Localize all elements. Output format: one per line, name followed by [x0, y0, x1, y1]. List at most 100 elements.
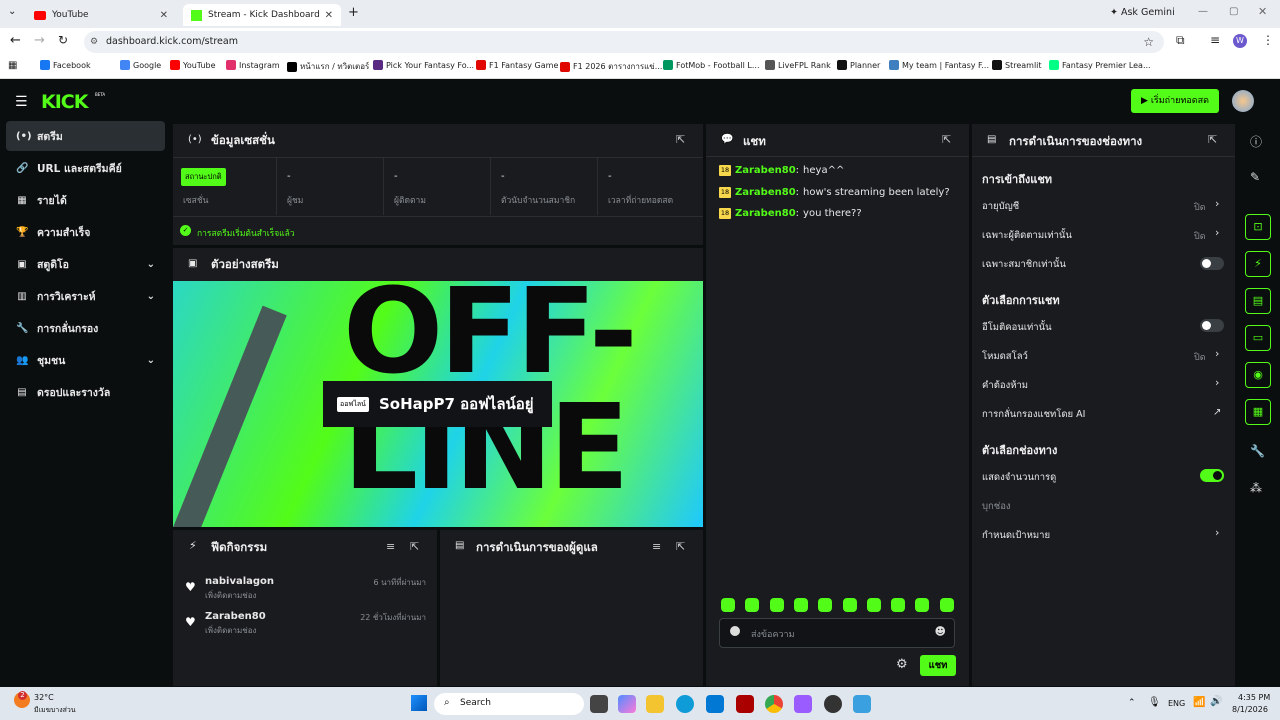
wifi-icon[interactable]: 📶: [1193, 697, 1205, 708]
menu-dots-icon[interactable]: ⋮: [1262, 33, 1274, 47]
sidebar-item-0[interactable]: (•) สตรีม: [6, 121, 165, 151]
chevron-right-icon[interactable]: ›: [1215, 226, 1219, 239]
popout-icon[interactable]: ⇱: [1208, 133, 1217, 146]
followers-only-row[interactable]: เฉพาะผู้ติดตามเท่านั้น: [982, 228, 1072, 243]
app-icon-2[interactable]: [853, 695, 871, 713]
filter-icon[interactable]: ≡: [652, 540, 661, 553]
slow-mode-row[interactable]: โหมดสโลว์: [982, 349, 1028, 364]
user-avatar[interactable]: [1232, 90, 1254, 112]
chat-username[interactable]: Zaraben80: [735, 187, 796, 198]
close-window-icon[interactable]: ✕: [1258, 5, 1267, 18]
popout-icon[interactable]: ⇱: [410, 540, 419, 553]
popout-icon[interactable]: ⇱: [676, 540, 685, 553]
sidebar-item-1[interactable]: 🔗 URL และสตรีมคีย์: [6, 153, 165, 183]
bookmark-item[interactable]: Fantasy Premier Lea...: [1049, 60, 1151, 70]
connections-icon[interactable]: ⁂: [1250, 481, 1262, 495]
chat-username[interactable]: Zaraben80: [735, 208, 796, 219]
activity-name[interactable]: Zaraben80: [205, 611, 266, 622]
account-age-row[interactable]: อายุบัญชี: [982, 199, 1019, 214]
close-tab-icon[interactable]: ✕: [325, 10, 333, 21]
filter-icon[interactable]: ≡: [386, 540, 395, 553]
site-info-icon[interactable]: ⚙: [90, 31, 98, 53]
rail-broadcast-icon[interactable]: ◉: [1245, 362, 1271, 388]
bookmark-star-icon[interactable]: ☆: [1143, 31, 1154, 53]
emote-only-toggle[interactable]: [1200, 319, 1224, 332]
back-icon[interactable]: ←: [10, 33, 21, 48]
chrome-icon[interactable]: [765, 695, 783, 713]
rail-lightning-icon[interactable]: ⚡: [1245, 251, 1271, 277]
tab-kick-dashboard[interactable]: Stream - Kick Dashboard ✕: [183, 4, 341, 26]
send-chat-button[interactable]: แชท: [920, 655, 956, 676]
bookmark-item[interactable]: Instagram: [226, 60, 280, 70]
clock-time[interactable]: 4:35 PM: [1238, 693, 1270, 702]
task-view-icon[interactable]: [590, 695, 608, 713]
bookmark-item[interactable]: Google: [120, 60, 161, 70]
bookmark-item[interactable]: LiveFPL Rank: [765, 60, 831, 70]
url-input[interactable]: ⚙ dashboard.kick.com/stream ☆: [84, 31, 1164, 53]
apps-grid-icon[interactable]: ▦: [8, 60, 17, 71]
tray-expand-icon[interactable]: ⌃: [1128, 698, 1136, 708]
ask-gemini-button[interactable]: ✦ Ask Gemini: [1110, 7, 1175, 18]
rail-chat-icon[interactable]: ▭: [1245, 325, 1271, 351]
go-live-button[interactable]: ▶ เริ่มถ่ายทอดสด: [1131, 89, 1219, 113]
bookmark-item[interactable]: Pick Your Fantasy Fo...: [373, 60, 474, 70]
chat-settings-gear-icon[interactable]: ⚙: [896, 657, 908, 672]
bookmark-item[interactable]: F1 Fantasy Game: [476, 60, 558, 70]
reload-icon[interactable]: ↻: [58, 33, 68, 47]
emote-icon[interactable]: [745, 598, 760, 612]
rail-document-icon[interactable]: ▤: [1245, 288, 1271, 314]
taskbar-search[interactable]: ⌕ Search: [434, 693, 584, 715]
file-explorer-icon[interactable]: [646, 695, 664, 713]
chevron-right-icon[interactable]: ›: [1215, 376, 1219, 389]
tab-youtube[interactable]: YouTube ✕: [26, 4, 176, 26]
kick-logo[interactable]: KICK: [41, 91, 88, 113]
ai-moderation-row[interactable]: การกลั่นกรองแชทโดย AI: [982, 407, 1085, 422]
chevron-down-icon[interactable]: ⌄: [147, 291, 155, 302]
set-goal-row[interactable]: กำหนดเป้าหมาย: [982, 528, 1050, 543]
chevron-right-icon[interactable]: ›: [1215, 197, 1219, 210]
subscribers-only-toggle[interactable]: [1200, 257, 1224, 270]
emote-icon[interactable]: [915, 598, 930, 612]
show-view-count-toggle[interactable]: [1200, 469, 1224, 482]
sidebar-item-5[interactable]: ▥ การวิเคราะห์ ⌄: [6, 281, 165, 311]
info-icon[interactable]: ⓘ: [1250, 133, 1262, 150]
visual-studio-icon[interactable]: [794, 695, 812, 713]
emote-icon[interactable]: [842, 598, 857, 612]
new-tab-button[interactable]: +: [348, 5, 359, 20]
popout-icon[interactable]: ⇱: [676, 133, 685, 146]
bookmark-item[interactable]: F1 2026 ตารางการแข่...: [560, 60, 662, 73]
wrench-icon[interactable]: 🔧: [1250, 444, 1265, 458]
banned-words-row[interactable]: คำต้องห้าม: [982, 378, 1028, 393]
media-icon[interactable]: ≡: [1210, 33, 1220, 47]
bookmark-item[interactable]: Facebook: [40, 60, 91, 70]
chevron-right-icon[interactable]: ›: [1215, 347, 1219, 360]
bookmark-item[interactable]: YouTube: [170, 60, 216, 70]
edge-icon[interactable]: [676, 695, 694, 713]
sidebar-item-7[interactable]: 👥 ชุมชน ⌄: [6, 345, 165, 375]
rail-card-icon[interactable]: ▦: [1245, 399, 1271, 425]
external-link-icon[interactable]: ↗: [1213, 407, 1221, 418]
bookmark-item[interactable]: Planner: [837, 60, 880, 70]
close-tab-icon[interactable]: ✕: [160, 10, 168, 21]
chevron-down-icon[interactable]: ⌄: [147, 355, 155, 366]
maximize-icon[interactable]: ▢: [1229, 6, 1238, 17]
copilot-icon[interactable]: [618, 695, 636, 713]
sidebar-item-6[interactable]: 🔧 การกลั่นกรอง: [6, 313, 165, 343]
chat-username[interactable]: Zaraben80: [735, 165, 796, 176]
weather-temp[interactable]: 32°C: [34, 693, 54, 702]
sidebar-item-8[interactable]: ▤ ดรอปและรางวัล: [6, 377, 165, 407]
rail-screen-icon[interactable]: ⊡: [1245, 214, 1271, 240]
emoji-icon[interactable]: ☻: [935, 625, 946, 638]
hamburger-menu-icon[interactable]: ☰: [15, 94, 28, 110]
profile-avatar[interactable]: W: [1233, 34, 1247, 48]
popout-icon[interactable]: ⇱: [942, 133, 951, 146]
bookmark-item[interactable]: FotMob - Football L...: [663, 60, 760, 70]
raid-row[interactable]: บุกช่อง: [982, 499, 1011, 514]
extensions-icon[interactable]: ⧉: [1176, 33, 1185, 48]
sidebar-item-4[interactable]: ▣ สตูดิโอ ⌄: [6, 249, 165, 279]
mic-icon[interactable]: 🎙: [1148, 697, 1161, 708]
emote-icon[interactable]: [939, 598, 954, 612]
tab-list-icon[interactable]: ⌄: [8, 6, 16, 17]
emote-icon[interactable]: [866, 598, 881, 612]
emote-icon[interactable]: [793, 598, 808, 612]
